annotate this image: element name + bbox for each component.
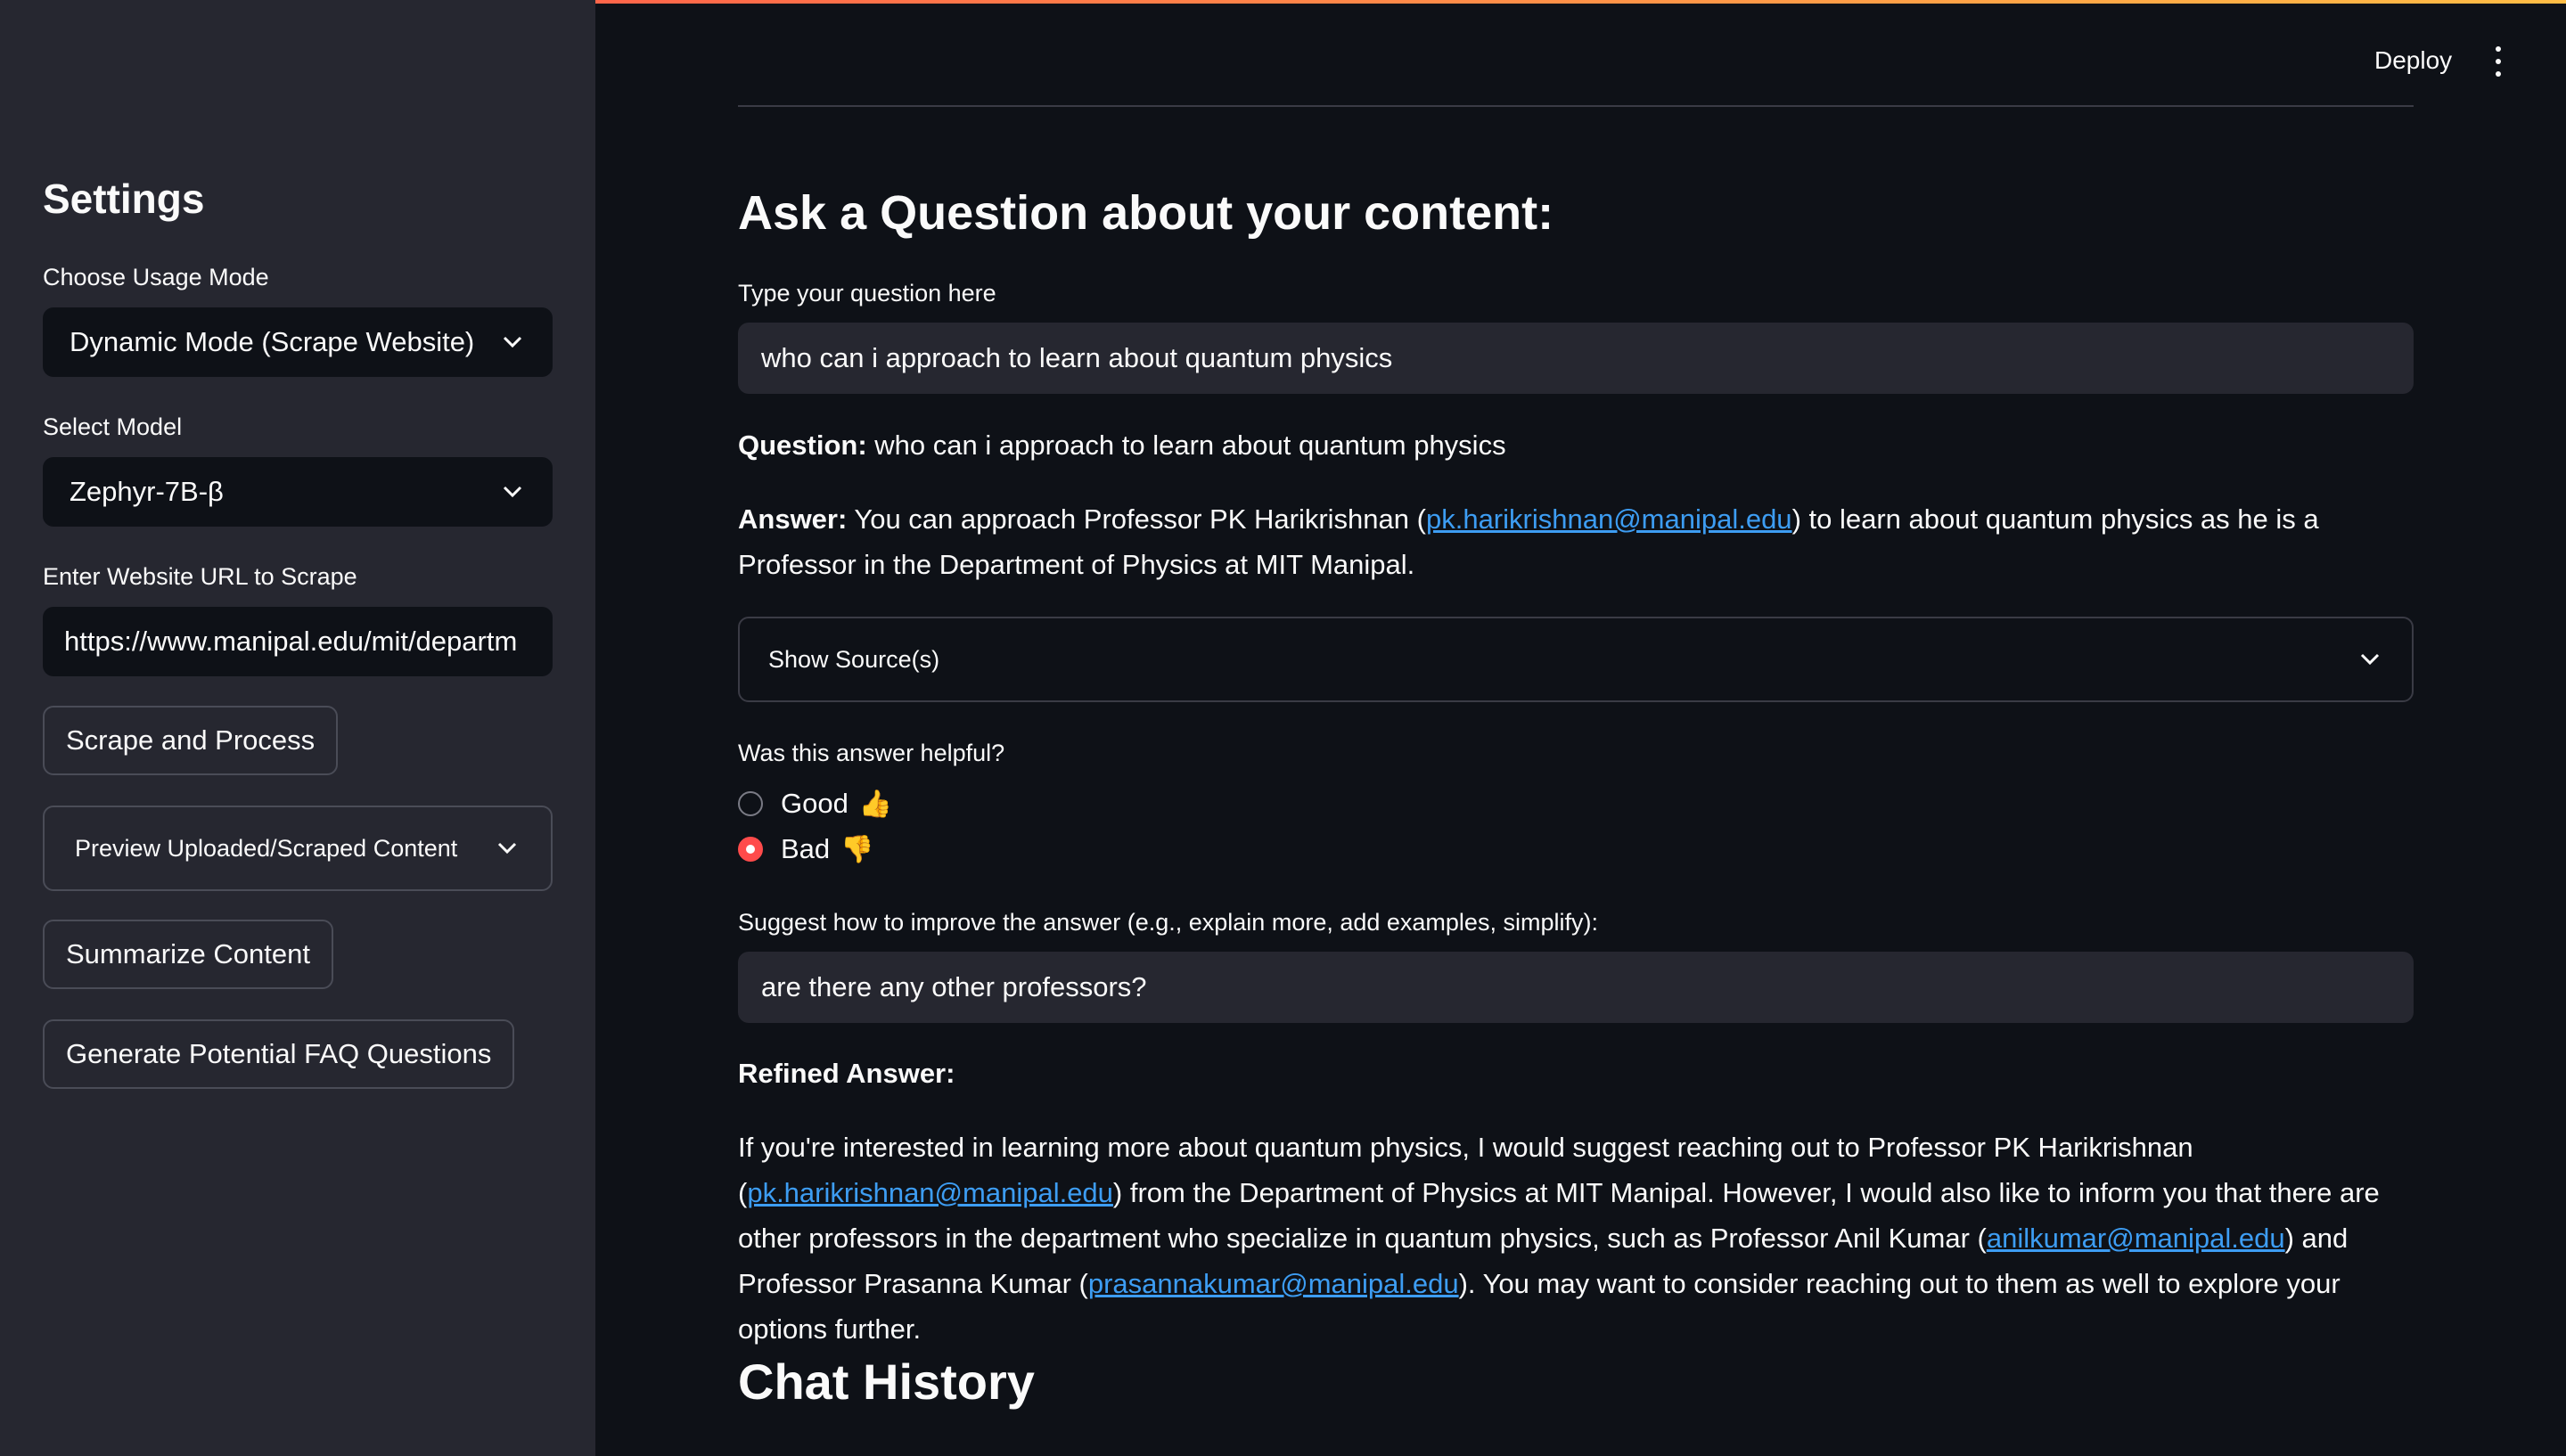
refined-heading: Refined Answer: bbox=[738, 1051, 2414, 1096]
preview-expander-label: Preview Uploaded/Scraped Content bbox=[75, 834, 458, 862]
improve-input[interactable]: are there any other professors? bbox=[738, 952, 2414, 1023]
usage-mode-label: Choose Usage Mode bbox=[43, 264, 269, 290]
question-label: Type your question here bbox=[738, 280, 996, 307]
deploy-button[interactable]: Deploy bbox=[2374, 46, 2452, 75]
radio-button-selected[interactable] bbox=[738, 837, 763, 862]
question-prefix: Question: bbox=[738, 429, 867, 461]
scrape-and-process-button[interactable]: Scrape and Process bbox=[43, 706, 339, 775]
usage-mode-value: Dynamic Mode (Scrape Website) bbox=[70, 326, 475, 357]
answer-paragraph: Answer: You can approach Professor PK Ha… bbox=[738, 496, 2414, 587]
radio-option-bad[interactable]: Bad 👎 bbox=[738, 833, 874, 865]
sidebar-title: Settings bbox=[43, 176, 205, 222]
model-value: Zephyr-7B-β bbox=[70, 476, 224, 507]
sidebar: Settings Choose Usage Mode Dynamic Mode … bbox=[0, 0, 595, 1456]
page-title: Ask a Question about your content: bbox=[738, 186, 1554, 240]
answer-prefix: Answer: bbox=[738, 503, 848, 535]
thumbs-down-icon: 👎 bbox=[840, 834, 874, 864]
chevron-down-icon bbox=[499, 479, 526, 505]
refined-email-link-2[interactable]: anilkumar@manipal.edu bbox=[1987, 1223, 2285, 1254]
question-echo: Question: who can i approach to learn ab… bbox=[738, 422, 2414, 468]
show-sources-expander[interactable]: Show Source(s) bbox=[738, 617, 2414, 702]
refined-email-link-3[interactable]: prasannakumar@manipal.edu bbox=[1088, 1268, 1459, 1299]
refined-email-link-1[interactable]: pk.harikrishnan@manipal.edu bbox=[747, 1177, 1113, 1208]
model-select[interactable]: Zephyr-7B-β bbox=[43, 457, 553, 527]
refined-heading-text: Refined Answer: bbox=[738, 1058, 955, 1089]
summarize-content-button[interactable]: Summarize Content bbox=[43, 920, 333, 989]
chevron-down-icon bbox=[499, 329, 526, 356]
preview-content-expander[interactable]: Preview Uploaded/Scraped Content bbox=[43, 806, 553, 891]
chevron-down-icon bbox=[494, 835, 521, 862]
improve-label: Suggest how to improve the answer (e.g.,… bbox=[738, 909, 1598, 936]
thumbs-up-icon: 👍 bbox=[858, 789, 893, 819]
generate-faq-button[interactable]: Generate Potential FAQ Questions bbox=[43, 1019, 515, 1089]
answer-text-1: You can approach Professor PK Harikrishn… bbox=[854, 503, 1426, 535]
model-label: Select Model bbox=[43, 413, 183, 440]
chevron-down-icon bbox=[2357, 646, 2383, 673]
answer-email-link[interactable]: pk.harikrishnan@manipal.edu bbox=[1426, 503, 1792, 535]
usage-mode-select[interactable]: Dynamic Mode (Scrape Website) bbox=[43, 307, 553, 377]
question-text: who can i approach to learn about quantu… bbox=[874, 429, 1506, 461]
vertical-dots-icon[interactable] bbox=[2485, 46, 2512, 77]
radio-label-good: Good bbox=[781, 788, 849, 819]
divider bbox=[738, 105, 2414, 107]
refined-answer-paragraph: If you're interested in learning more ab… bbox=[738, 1125, 2414, 1352]
url-input[interactable]: https://www.manipal.edu/mit/departm bbox=[43, 607, 553, 676]
show-sources-label: Show Source(s) bbox=[768, 645, 940, 673]
question-input[interactable]: who can i approach to learn about quantu… bbox=[738, 323, 2414, 394]
radio-option-good[interactable]: Good 👍 bbox=[738, 788, 892, 820]
url-label: Enter Website URL to Scrape bbox=[43, 563, 357, 590]
radio-label-bad: Bad bbox=[781, 833, 831, 864]
radio-button[interactable] bbox=[738, 791, 763, 816]
feedback-label: Was this answer helpful? bbox=[738, 740, 1005, 766]
chat-history-heading: Chat History bbox=[738, 1354, 1035, 1410]
